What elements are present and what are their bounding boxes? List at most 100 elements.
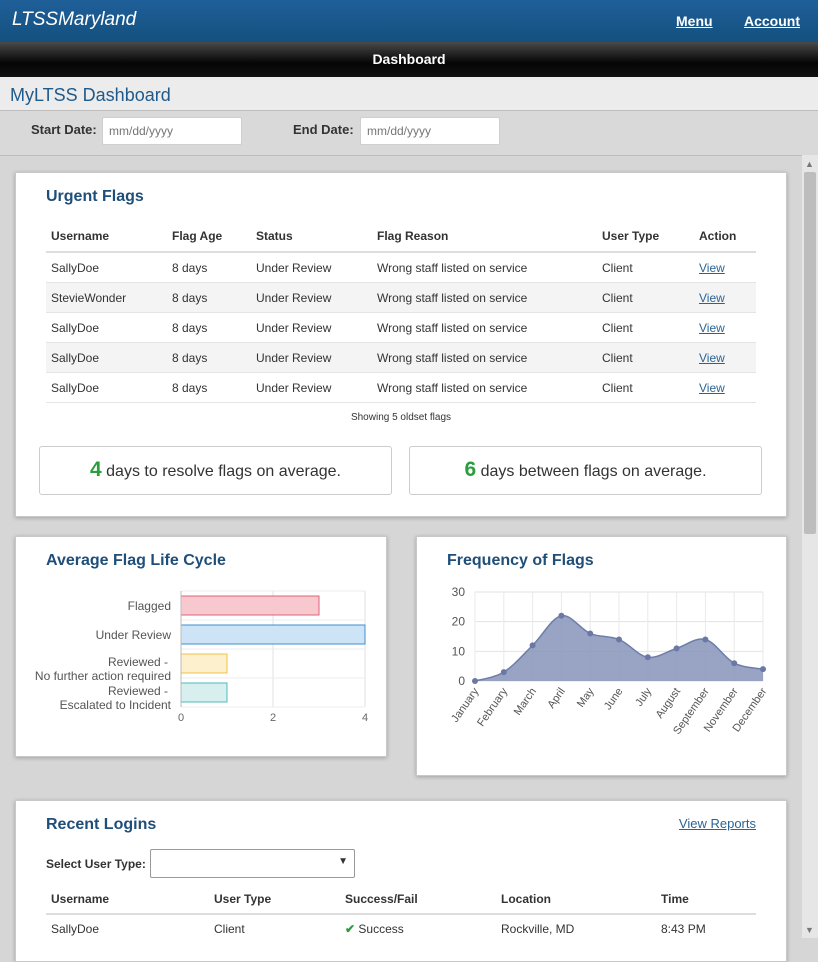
data-point — [760, 666, 766, 673]
column-header: Username — [46, 221, 167, 253]
x-tick-label: March — [512, 686, 539, 718]
cell-flag-reason: Wrong staff listed on service — [372, 282, 597, 313]
column-header: Flag Reason — [372, 221, 597, 253]
cell-user-type: Client — [214, 922, 245, 936]
column-header: Status — [251, 221, 372, 253]
bar — [180, 624, 366, 645]
flags-count-note: Showing 5 oldset flags — [350, 412, 452, 423]
end-date-input[interactable] — [360, 117, 500, 145]
cell-username: SallyDoe — [46, 312, 167, 343]
view-reports-link[interactable]: View Reports — [679, 816, 756, 831]
chevron-down-icon: ▼ — [338, 856, 348, 867]
cell-location: Rockville, MD — [501, 922, 575, 936]
view-link[interactable]: View — [699, 351, 725, 365]
urgent-flags-title: Urgent Flags — [46, 188, 144, 205]
section-title: Dashboard — [372, 51, 446, 67]
y-tick-label: 20 — [452, 615, 466, 629]
cell-flag-age: 8 days — [167, 372, 251, 403]
cell-time: 8:43 PM — [661, 922, 706, 936]
column-header: Time — [656, 885, 756, 915]
cell-flag-reason: Wrong staff listed on service — [372, 252, 597, 283]
bar — [180, 682, 228, 703]
data-point — [558, 612, 565, 619]
cell-flag-age: 8 days — [167, 312, 251, 343]
y-tick-label: Flagged — [128, 599, 171, 613]
data-point — [616, 636, 622, 643]
start-date-label: Start Date: — [31, 122, 97, 137]
cell-username: SallyDoe — [51, 922, 100, 936]
table-header-row: Username Flag Age Status Flag Reason Use… — [46, 221, 756, 253]
x-tick-label: 0 — [178, 712, 184, 724]
x-tick-label: July — [633, 685, 654, 708]
start-date-input[interactable] — [102, 117, 242, 145]
data-point — [587, 630, 594, 637]
table-header-row: Username User Type Success/Fail Location… — [46, 885, 756, 915]
cell-user-type: Client — [597, 312, 694, 343]
check-icon: ✔ — [345, 922, 356, 936]
x-tick-label: 4 — [362, 712, 368, 724]
date-filter-bar: Start Date: End Date: — [0, 111, 818, 156]
account-link[interactable]: Account — [744, 13, 800, 29]
cell-flag-reason: Wrong staff listed on service — [372, 342, 597, 373]
data-point — [472, 678, 478, 684]
view-link[interactable]: View — [699, 261, 725, 275]
cell-status: Under Review — [251, 282, 372, 313]
y-tick-label: No further action required — [35, 669, 171, 683]
cell-status: Under Review — [251, 342, 372, 373]
y-tick-label: 10 — [452, 644, 466, 658]
bar — [180, 653, 228, 674]
x-tick-label: April — [545, 686, 567, 711]
column-header: User Type — [209, 885, 340, 915]
x-tick-label: 2 — [270, 712, 276, 724]
top-nav-bar: LTSSMaryland Menu Account — [0, 0, 818, 42]
data-point — [731, 660, 738, 667]
cell-username: StevieWonder — [46, 282, 167, 313]
table-row: StevieWonder 8 days Under Review Wrong s… — [46, 282, 756, 313]
x-tick-label: May — [575, 685, 597, 709]
view-link[interactable]: View — [699, 381, 725, 395]
cell-flag-reason: Wrong staff listed on service — [372, 372, 597, 403]
cell-flag-reason: Wrong staff listed on service — [372, 312, 597, 343]
column-header: Username — [46, 885, 209, 915]
column-header: Success/Fail — [340, 885, 496, 915]
between-stat-text: days between flags on average. — [480, 463, 707, 480]
x-tick-label: June — [602, 686, 626, 712]
cell-username: SallyDoe — [46, 342, 167, 373]
menu-link[interactable]: Menu — [676, 13, 713, 29]
data-point — [644, 654, 651, 661]
urgent-flags-table: Username Flag Age Status Flag Reason Use… — [46, 221, 756, 403]
y-tick-label: Escalated to Incident — [60, 698, 172, 712]
table-row: SallyDoe 8 days Under Review Wrong staff… — [46, 252, 756, 283]
end-date-label: End Date: — [293, 122, 354, 137]
y-tick-label: Reviewed - — [108, 684, 168, 698]
resolve-stat-number: 4 — [90, 458, 102, 481]
cell-flag-age: 8 days — [167, 252, 251, 283]
cell-status: Under Review — [251, 312, 372, 343]
cell-status: Under Review — [251, 252, 372, 283]
resolve-stat-text: days to resolve flags on average. — [106, 463, 341, 480]
view-link[interactable]: View — [699, 291, 725, 305]
frequency-chart: 0102030JanuaryFebruary March April May June J… — [449, 585, 769, 737]
y-tick-label: 0 — [458, 674, 465, 688]
scroll-down-icon[interactable]: ▼ — [805, 925, 814, 935]
scroll-up-icon[interactable]: ▲ — [805, 159, 814, 169]
data-point — [500, 669, 507, 676]
section-bar: Dashboard — [0, 42, 818, 77]
column-header: Flag Age — [167, 221, 251, 253]
column-header: Location — [496, 885, 656, 915]
cell-flag-age: 8 days — [167, 342, 251, 373]
user-type-select[interactable]: ▼ — [150, 849, 355, 878]
data-point — [529, 642, 536, 649]
data-point — [702, 636, 709, 643]
cell-user-type: Client — [597, 282, 694, 313]
y-tick-label: Reviewed - — [108, 655, 168, 669]
brand-logo[interactable]: LTSSMaryland — [12, 9, 136, 31]
data-point — [673, 645, 680, 652]
cell-user-type: Client — [597, 342, 694, 373]
scrollbar-thumb[interactable] — [804, 172, 816, 534]
view-link[interactable]: View — [699, 321, 725, 335]
x-tick-label: August — [654, 686, 683, 721]
urgent-flags-panel: Urgent Flags Username Flag Age Status Fl… — [15, 172, 787, 517]
y-tick-label: Under Review — [96, 628, 172, 642]
table-row: SallyDoe 8 days Under Review Wrong staff… — [46, 342, 756, 373]
